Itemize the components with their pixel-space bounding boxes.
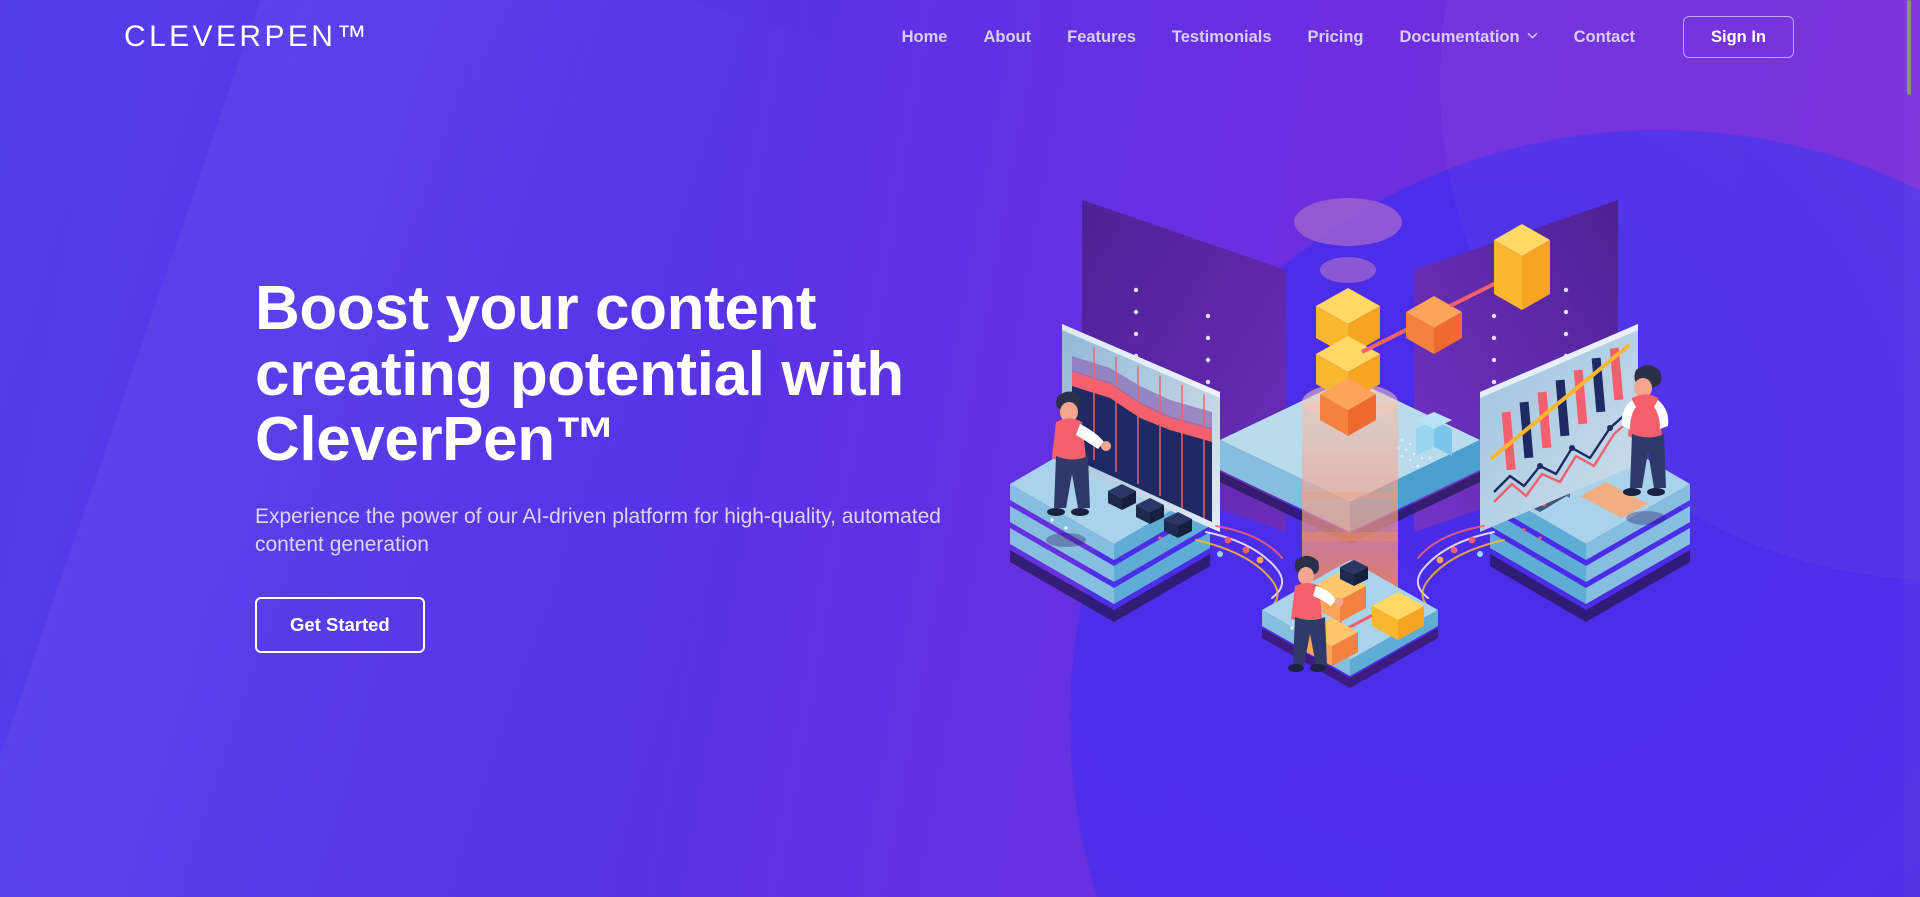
site-header: CLEVERPEN™ Home About Features Testimoni… (0, 0, 1920, 74)
nav-item-documentation[interactable]: Documentation (1381, 29, 1555, 46)
illustration-bottom-platform (1262, 555, 1438, 688)
chevron-down-icon (1527, 30, 1538, 41)
nav-item-about[interactable]: About (965, 29, 1049, 46)
get-started-button[interactable]: Get Started (255, 597, 425, 654)
isometric-data-analytics-illustration (1010, 140, 1690, 700)
headline-line-2: creating potential with (255, 339, 904, 409)
nav-label: Pricing (1307, 27, 1364, 46)
nav-item-contact[interactable]: Contact (1556, 29, 1653, 46)
sign-in-button[interactable]: Sign In (1683, 15, 1794, 59)
nav-label: Home (901, 27, 948, 46)
page-scrollbar-track[interactable] (1904, 0, 1920, 897)
hero-subtitle: Experience the power of our AI-driven pl… (255, 505, 941, 557)
nav-label: Contact (1573, 27, 1635, 46)
illustration-floating-discs (1294, 198, 1402, 283)
nav-label: Documentation (1399, 27, 1520, 46)
nav-label: Testimonials (1171, 27, 1272, 46)
main-navigation: Home About Features Testimonials Pricing… (884, 15, 1920, 59)
nav-item-testimonials[interactable]: Testimonials (1154, 29, 1290, 46)
headline-line-1: Boost your content (255, 274, 817, 343)
nav-item-features[interactable]: Features (1049, 29, 1154, 46)
brand-logo[interactable]: CLEVERPEN™ (124, 22, 370, 52)
hero-section: Boost your content creating potential wi… (255, 276, 1055, 654)
nav-item-pricing[interactable]: Pricing (1290, 29, 1382, 46)
nav-item-home[interactable]: Home (884, 29, 966, 46)
headline-line-3: CleverPen™ (255, 405, 617, 475)
nav-label: About (983, 27, 1032, 46)
nav-label: Features (1067, 27, 1136, 46)
page-title: Boost your content creating potential wi… (255, 276, 1055, 473)
page-scrollbar-thumb[interactable] (1907, 0, 1911, 95)
